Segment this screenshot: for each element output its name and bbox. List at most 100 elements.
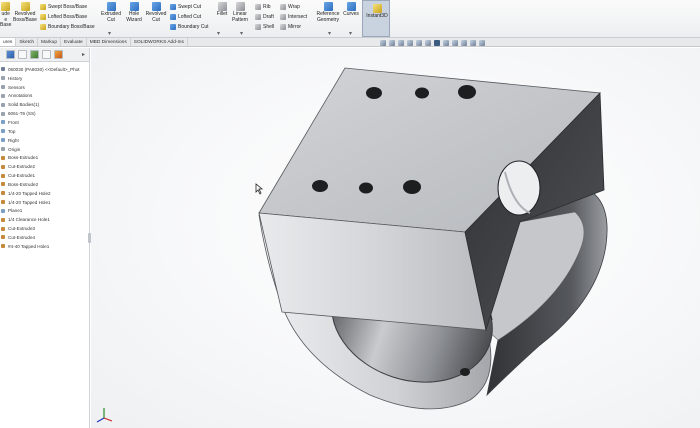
curves-label: Curves xyxy=(343,11,359,17)
extruded-boss-button[interactable]: ude e Base xyxy=(0,2,11,29)
lofted-boss-button[interactable]: Lofted Boss/Base xyxy=(40,12,87,21)
shell-label: Shell xyxy=(263,23,275,30)
extruded-cut-button[interactable]: Extruded Cut xyxy=(100,2,122,23)
ribbon-dropdown-arrow[interactable]: ▾ xyxy=(240,30,243,37)
lofted-boss-label: Lofted Boss/Base xyxy=(48,13,88,20)
tree-item-1-4-clearance-hole1[interactable]: 1/4 Clearance Hole1 xyxy=(0,215,89,224)
boundary-boss-button[interactable]: Boundary Boss/Base xyxy=(40,22,95,31)
swept-boss-label: Swept Boss/Base xyxy=(48,3,88,10)
shell-button[interactable]: Shell xyxy=(255,22,274,31)
folder-icon xyxy=(1,93,5,98)
display-manager-icon[interactable] xyxy=(54,50,63,59)
tree-item-label: 6061-T6 (SS) xyxy=(8,111,36,117)
feature-manager-panel: ▸ 050030 (PA8030) <<Default>_Phot Histor… xyxy=(0,48,90,428)
tree-item-cut-extrude3[interactable]: Cut-Extrude3 xyxy=(0,224,89,233)
zoom-to-area-icon[interactable] xyxy=(389,40,395,46)
hole-wizard-button[interactable]: Hole Wizard xyxy=(124,2,144,23)
tree-root-part[interactable]: 050030 (PA8030) <<Default>_Phot xyxy=(0,65,89,74)
rib-button[interactable]: Rib xyxy=(255,2,271,11)
lofted-cut-button[interactable]: Lofted Cut xyxy=(170,12,201,21)
curves-button[interactable]: Curves xyxy=(343,2,359,18)
tree-item-label: Top xyxy=(8,128,16,134)
intersect-label: Intersect xyxy=(288,13,308,20)
ribbon-dropdown-arrow[interactable]: ▾ xyxy=(328,30,331,37)
edit-appearance-icon[interactable] xyxy=(452,40,458,46)
feat-icon xyxy=(1,191,5,196)
tab-mbd-dimensions[interactable]: MBD Dimensions xyxy=(87,38,131,46)
tree-item-boss-extrude1[interactable]: Boss-Extrude1 xyxy=(0,153,89,162)
wrap-button[interactable]: Wrap xyxy=(280,2,300,11)
configuration-manager-icon[interactable] xyxy=(30,50,39,59)
folder-icon xyxy=(1,111,5,116)
fillet-button[interactable]: Fillet xyxy=(215,2,229,18)
graphics-area[interactable] xyxy=(91,48,700,428)
tree-item-front[interactable]: Front xyxy=(0,118,89,127)
folder-icon xyxy=(1,102,5,107)
tab-solidworks-add-ins[interactable]: SOLIDWORKS Add-Ins xyxy=(131,38,188,46)
dimxpert-icon[interactable] xyxy=(42,50,51,59)
tree-item-boss-extrude2[interactable]: Boss-Extrude2 xyxy=(0,180,89,189)
tree-item-6061-t6-ss[interactable]: 6061-T6 (SS) xyxy=(0,109,89,118)
tree-item-label: #4-40 Tapped Hole1 xyxy=(8,243,50,249)
previous-view-icon[interactable] xyxy=(398,40,404,46)
command-manager-tabs: ures Sketch Markup Evaluate MBD Dimensio… xyxy=(0,38,700,47)
tapped-hole xyxy=(458,85,476,99)
tree-item-cut-extrude2[interactable]: Cut-Extrude2 xyxy=(0,162,89,171)
zoom-to-fit-icon[interactable] xyxy=(380,40,386,46)
tab-markup[interactable]: Markup xyxy=(38,38,62,46)
tree-item-solid-bodies-1[interactable]: Solid Bodies(1) xyxy=(0,100,89,109)
tree-item-4-40-tapped-hole1[interactable]: #4-40 Tapped Hole1 xyxy=(0,242,89,251)
block-front-face xyxy=(258,212,487,331)
instant3d-button[interactable]: Instant3D xyxy=(362,0,390,37)
revolved-boss-button[interactable]: Revolved Boss/Base xyxy=(13,2,37,23)
dynamic-annotation-icon[interactable] xyxy=(416,40,422,46)
tree-item-cut-extrude4[interactable]: Cut-Extrude4 xyxy=(0,233,89,242)
tab-sketch[interactable]: Sketch xyxy=(16,38,39,46)
tab-evaluate[interactable]: Evaluate xyxy=(61,38,87,46)
triad-icon xyxy=(96,408,113,423)
swept-cut-button[interactable]: Swept Cut xyxy=(170,2,201,11)
mirror-button[interactable]: Mirror xyxy=(280,22,301,31)
ribbon-dropdown-arrow[interactable]: ▾ xyxy=(349,30,352,37)
view-orientation-icon[interactable] xyxy=(425,40,431,46)
tree-item-1-4-20-tapped-hole2[interactable]: 1/4-20 Tapped Hole2 xyxy=(0,189,89,198)
tab-features[interactable]: ures xyxy=(0,38,17,46)
tree-item-1-4-20-tapped-hole1[interactable]: 1/4-20 Tapped Hole1 xyxy=(0,198,89,207)
boundary-cut-icon xyxy=(170,23,176,30)
extruded-cut-icon xyxy=(106,2,116,11)
part-model[interactable] xyxy=(91,48,700,428)
monitor-icon[interactable] xyxy=(479,40,485,46)
apply-scene-icon[interactable] xyxy=(461,40,467,46)
property-manager-icon[interactable] xyxy=(18,50,27,59)
tree-item-origin[interactable]: Origin xyxy=(0,145,89,154)
swept-boss-button[interactable]: Swept Boss/Base xyxy=(40,2,87,11)
lofted-boss-icon xyxy=(40,13,46,20)
tree-item-cut-extrude1[interactable]: Cut-Extrude1 xyxy=(0,171,89,180)
tree-item-annotations[interactable]: Annotations xyxy=(0,92,89,101)
tree-item-plane1[interactable]: Plane1 xyxy=(0,207,89,216)
boundary-cut-button[interactable]: Boundary Cut xyxy=(170,22,209,31)
revolved-cut-button[interactable]: Revolved Cut xyxy=(145,2,167,23)
linear-pattern-button[interactable]: Linear Pattern xyxy=(230,2,250,23)
ribbon-dropdown-arrow[interactable]: ▾ xyxy=(108,30,111,37)
feat-icon xyxy=(1,200,5,205)
tree-item-label: Origin xyxy=(8,146,21,152)
ribbon-dropdown-arrow[interactable]: ▾ xyxy=(217,30,220,37)
feature-manager-icon[interactable] xyxy=(6,50,15,59)
tapped-hole xyxy=(415,87,429,99)
display-style-icon[interactable] xyxy=(434,40,440,46)
tree-item-history[interactable]: History xyxy=(0,74,89,83)
reference-geometry-button[interactable]: Reference Geometry xyxy=(315,2,341,23)
tree-item-sensors[interactable]: Sensors xyxy=(0,83,89,92)
tree-item-label: 1/4-20 Tapped Hole2 xyxy=(8,190,51,196)
section-view-icon[interactable] xyxy=(407,40,413,46)
swept-cut-label: Swept Cut xyxy=(178,3,202,10)
intersect-button[interactable]: Intersect xyxy=(280,12,307,21)
tree-item-top[interactable]: Top xyxy=(0,127,89,136)
tapped-hole xyxy=(359,182,373,194)
hide-show-items-icon[interactable] xyxy=(443,40,449,46)
view-settings-icon[interactable] xyxy=(470,40,476,46)
tree-item-right[interactable]: Right xyxy=(0,136,89,145)
draft-button[interactable]: Draft xyxy=(255,12,274,21)
panel-expand-arrow[interactable]: ▸ xyxy=(82,51,85,58)
